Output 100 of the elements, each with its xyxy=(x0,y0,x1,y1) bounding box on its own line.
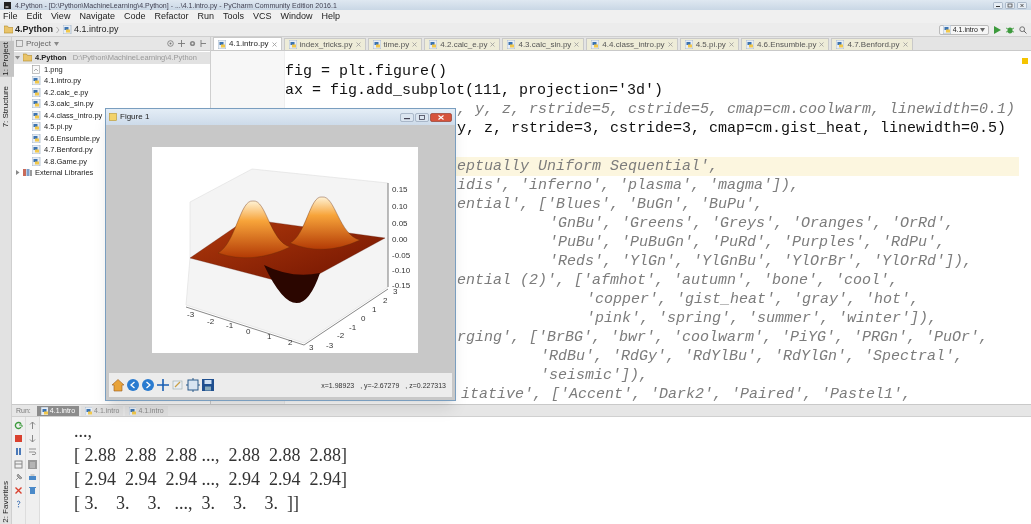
menu-item[interactable]: Help xyxy=(321,12,341,21)
search-icon[interactable] xyxy=(1019,25,1027,34)
python-file-icon xyxy=(429,40,438,49)
close-icon[interactable] xyxy=(412,42,418,47)
tick-label: -0.05 xyxy=(392,251,411,260)
breadcrumb[interactable]: 4.1.intro.py xyxy=(63,25,119,34)
editor-tab[interactable]: 4.3.calc_sin.py xyxy=(502,38,585,50)
minimize-icon[interactable] xyxy=(993,1,1003,9)
python-file-icon xyxy=(129,406,137,415)
tick-label: -0.10 xyxy=(392,266,411,275)
tick-label: -0.15 xyxy=(392,281,411,290)
hide-panel-icon[interactable] xyxy=(200,40,206,47)
chevron-icon xyxy=(56,25,60,34)
back-icon[interactable] xyxy=(126,378,140,392)
python-file-icon xyxy=(684,40,693,49)
tick-label: 1 xyxy=(372,305,377,314)
close-icon[interactable] xyxy=(728,42,734,47)
project-view-dropdown[interactable]: Project xyxy=(16,39,59,48)
collapsed-arrow-icon[interactable] xyxy=(15,170,20,176)
menu-item[interactable]: Edit xyxy=(26,12,43,21)
close-icon[interactable] xyxy=(490,42,496,47)
soft-wrap-icon[interactable] xyxy=(28,447,37,456)
close-icon[interactable] xyxy=(355,42,361,47)
pause-icon[interactable] xyxy=(14,447,23,456)
python-file-icon xyxy=(32,156,41,166)
up-arrow-icon[interactable] xyxy=(28,421,37,430)
menu-item[interactable]: Navigate xyxy=(79,12,115,21)
tick-label: 2 xyxy=(383,296,388,305)
expand-icon[interactable] xyxy=(178,40,185,47)
menu-item[interactable]: Code xyxy=(123,12,146,21)
editor-tab[interactable]: index_tricks.py xyxy=(283,38,366,50)
python-file-icon xyxy=(32,133,41,143)
console-output-line: [ 2.88 2.88 2.88 ..., 2.88 2.88 2.88] xyxy=(74,444,347,467)
python-file-icon xyxy=(32,87,41,97)
expanded-arrow-icon[interactable] xyxy=(15,55,20,61)
folder-icon xyxy=(23,53,32,63)
run-icon[interactable] xyxy=(994,25,1001,34)
tick-label: 3 xyxy=(309,343,314,352)
editor-tab[interactable]: time.py xyxy=(367,38,423,50)
side-tab[interactable]: 7: Structure xyxy=(0,84,14,129)
menu-item[interactable]: View xyxy=(51,12,71,21)
console-output-line: [ 3. 3. 3. ..., 3. 3. 3. ]] xyxy=(74,492,300,515)
editor-tab[interactable]: 4.7.Benford.py xyxy=(831,38,913,50)
window-icon xyxy=(109,113,117,121)
down-arrow-icon[interactable] xyxy=(28,434,37,443)
stop-icon[interactable] xyxy=(14,434,23,443)
close-icon[interactable] xyxy=(574,42,580,47)
save-icon[interactable] xyxy=(201,378,215,392)
python-file-icon xyxy=(32,145,41,155)
menu-item[interactable]: VCS xyxy=(253,12,272,21)
python-file-icon xyxy=(32,99,41,109)
close-icon[interactable] xyxy=(1017,1,1027,9)
code-line: y, z, rstride=3, cstride=3, cmap=cm.gist_heat, linewidth=0.5) xyxy=(457,120,1007,137)
menu-item[interactable]: Run xyxy=(197,12,214,21)
editor-tab[interactable]: 4.1.intro.py xyxy=(213,37,282,50)
tick-label: -3 xyxy=(187,310,195,319)
side-tab[interactable]: 1: Project xyxy=(0,41,14,77)
editor-tab[interactable]: 4.2.calc_e.py xyxy=(424,38,501,50)
close-icon[interactable] xyxy=(14,486,23,495)
close-icon[interactable] xyxy=(819,42,825,47)
python-file-icon xyxy=(591,40,600,49)
menu-item[interactable]: Refactor xyxy=(154,12,189,21)
editor-tab[interactable]: 4.6.Ensumble.py xyxy=(740,38,830,50)
menu-item[interactable]: Tools xyxy=(222,12,244,21)
editor-tab[interactable]: 4.5.pi.py xyxy=(679,38,739,50)
code-line: idis', 'inferno', 'plasma', 'magma']), xyxy=(457,177,800,194)
minimize-icon[interactable] xyxy=(400,112,414,122)
python-file-icon xyxy=(218,39,226,49)
menu-item[interactable]: Window xyxy=(280,12,313,21)
configure-icon[interactable] xyxy=(186,378,200,392)
close-icon[interactable] xyxy=(271,41,277,47)
console-output-line: ..., xyxy=(74,420,93,443)
close-icon[interactable] xyxy=(667,42,673,47)
code-line: 'pink', 'spring', 'summer', 'winter']), xyxy=(586,310,938,327)
home-icon[interactable] xyxy=(111,378,125,392)
layout-icon[interactable] xyxy=(14,460,23,469)
code-line: 'PuBu', 'PuBuGn', 'PuRd', 'Purples', 'RdPu', xyxy=(549,234,946,251)
target-icon[interactable] xyxy=(167,40,174,47)
breadcrumb[interactable]: 4.Python xyxy=(4,25,53,34)
close-icon[interactable] xyxy=(430,112,452,122)
bug-icon[interactable] xyxy=(1006,25,1014,34)
rerun-icon[interactable] xyxy=(14,421,23,430)
move-icon[interactable] xyxy=(156,378,170,392)
python-file-icon xyxy=(85,406,93,415)
side-tab[interactable]: 2: Favorites xyxy=(0,480,14,524)
print-icon[interactable] xyxy=(28,473,37,482)
help-icon[interactable] xyxy=(14,499,23,508)
editor-tab[interactable]: 4.4.class_intro.py xyxy=(586,38,678,50)
forward-icon[interactable] xyxy=(141,378,155,392)
tick-label: -1 xyxy=(349,323,357,332)
code-line: 'RdBu', 'RdGy', 'RdYlBu', 'RdYlGn', 'Spectral', xyxy=(540,348,964,365)
tick-label: 1 xyxy=(267,332,272,341)
settings-icon[interactable] xyxy=(189,40,196,47)
trash-icon[interactable] xyxy=(28,486,37,495)
close-icon[interactable] xyxy=(902,42,908,47)
python-file-icon xyxy=(32,122,41,132)
code-line: eptually Uniform Sequential', xyxy=(457,158,719,175)
maximize-icon[interactable] xyxy=(415,112,429,122)
menu-item[interactable]: File xyxy=(3,12,18,21)
warning-marker[interactable] xyxy=(1022,58,1028,64)
